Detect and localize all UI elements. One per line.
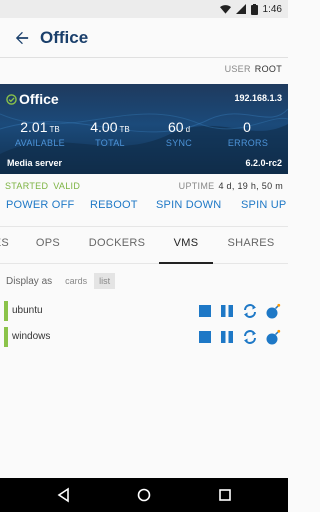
power-off-button[interactable]: POWER OFF (6, 199, 74, 211)
status-bar: 1:46 (0, 0, 288, 18)
stat-unit: TB (49, 125, 60, 134)
stat-label: AVAILABLE (15, 138, 65, 148)
stat-value: 0 (243, 119, 251, 135)
vm-name: windows (12, 331, 51, 342)
signal-icon (235, 4, 246, 14)
nav-recents-icon[interactable] (217, 487, 233, 503)
pause-icon[interactable] (219, 303, 235, 319)
tab-ops[interactable]: OPS (24, 227, 72, 264)
vm-name: ubuntu (12, 305, 43, 316)
user-value: ROOT (254, 64, 282, 74)
stat-value: 60 (167, 119, 184, 135)
stat-label: TOTAL (95, 138, 125, 148)
server-banner: Office 192.168.1.3 2.01 TB AVAILABLE 4.00… (0, 84, 288, 174)
list-item[interactable]: windows (4, 327, 284, 347)
stop-icon[interactable] (197, 303, 213, 319)
restart-icon[interactable] (242, 329, 258, 345)
nav-back-icon[interactable] (56, 487, 72, 503)
reboot-button[interactable]: REBOOT (90, 199, 138, 211)
force-stop-icon[interactable] (265, 329, 281, 345)
action-buttons: POWER OFF REBOOT SPIN DOWN SPIN UP (0, 199, 288, 215)
spin-down-button[interactable]: SPIN DOWN (156, 199, 221, 211)
stat-errors: 0 ERRORS (212, 119, 284, 148)
app-bar: Office (0, 18, 288, 58)
tab-shares[interactable]: SHARES (220, 227, 282, 264)
vm-status-indicator (4, 327, 8, 347)
stat-value: 2.01 (20, 119, 48, 135)
pause-icon[interactable] (219, 329, 235, 345)
status-valid: VALID (53, 181, 81, 191)
vm-status-indicator (4, 301, 8, 321)
uptime: UPTIME 4 d, 19 h, 50 m (179, 181, 283, 191)
tab-bar: ES OPS DOCKERS VMS SHARES (0, 226, 288, 264)
nav-home-icon[interactable] (136, 487, 152, 503)
back-button[interactable] (4, 20, 40, 56)
wifi-icon (219, 5, 231, 14)
stat-sync: 60 d SYNC (143, 119, 215, 148)
tab-disks[interactable]: ES (0, 227, 14, 264)
arrow-back-icon (15, 31, 29, 44)
page-title: Office (40, 27, 89, 47)
server-name-text: Office (19, 91, 59, 107)
user-info: USER ROOT (225, 64, 282, 74)
uptime-value: 4 d, 19 h, 50 m (218, 181, 283, 191)
stat-label: ERRORS (227, 138, 269, 148)
display-option-list[interactable]: list (94, 273, 116, 289)
stat-available: 2.01 TB AVAILABLE (4, 119, 76, 148)
stat-unit: TB (119, 125, 130, 134)
check-circle-icon (6, 93, 17, 105)
force-stop-icon[interactable] (265, 303, 281, 319)
stat-total: 4.00 TB TOTAL (74, 119, 146, 148)
list-item[interactable]: ubuntu (4, 301, 284, 321)
uptime-label: UPTIME (178, 181, 215, 191)
stop-icon[interactable] (197, 329, 213, 345)
restart-icon[interactable] (242, 303, 258, 319)
battery-icon (250, 3, 258, 15)
display-label: Display as (6, 275, 53, 287)
stat-value: 4.00 (90, 119, 118, 135)
server-state: STARTED VALID UPTIME 4 d, 19 h, 50 m (5, 181, 283, 191)
tab-vms[interactable]: VMS (159, 227, 213, 264)
user-label: USER (224, 64, 251, 74)
tab-dockers[interactable]: DOCKERS (82, 227, 152, 264)
spin-up-button[interactable]: SPIN UP (241, 199, 286, 211)
server-name: Office (6, 91, 59, 107)
status-time: 1:46 (262, 3, 282, 15)
server-version: 6.2.0-rc2 (245, 158, 282, 168)
system-nav-bar (0, 478, 288, 512)
display-option-cards[interactable]: cards (60, 273, 92, 289)
status-started: STARTED (5, 181, 49, 191)
stat-unit: d (185, 125, 191, 134)
stat-label: SYNC (165, 138, 193, 148)
server-ip: 192.168.1.3 (234, 93, 282, 103)
server-type: Media server (7, 158, 63, 168)
display-mode: Display as cards list (6, 273, 116, 289)
